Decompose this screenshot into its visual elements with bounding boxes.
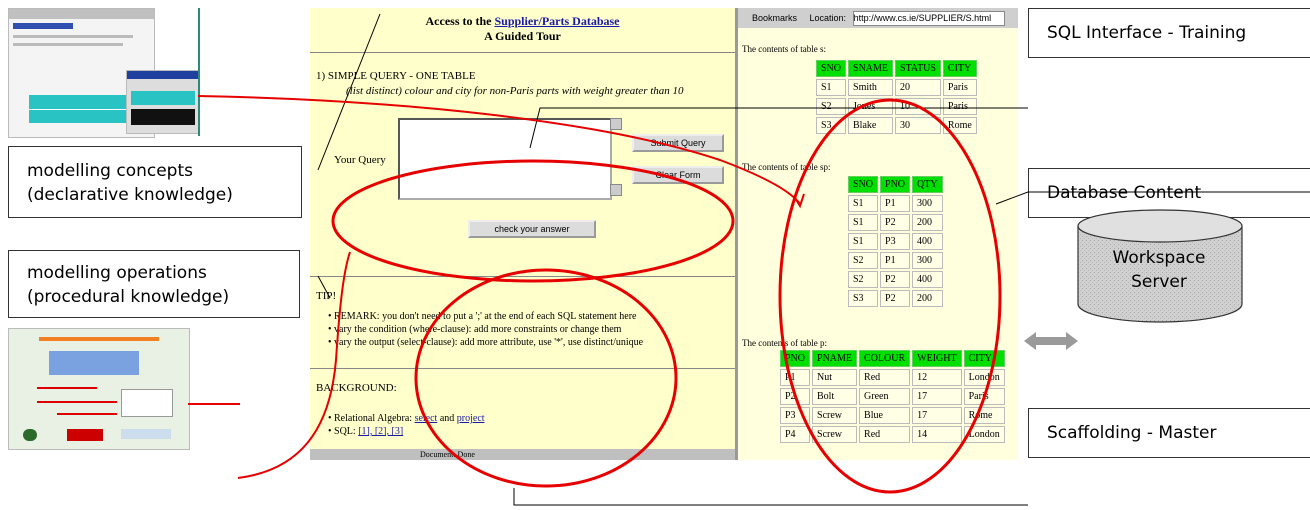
tables-area-highlight bbox=[778, 98, 1002, 494]
leader-line bbox=[317, 13, 381, 171]
leader-line bbox=[317, 275, 331, 299]
query-area-highlight bbox=[331, 159, 735, 283]
leader-line bbox=[995, 191, 1310, 205]
leader-line bbox=[529, 107, 1028, 149]
concepts-connector bbox=[197, 95, 801, 205]
leader-line bbox=[513, 488, 1028, 506]
annotation-overlay bbox=[188, 13, 1310, 506]
operations-connector bbox=[237, 251, 351, 479]
tips-area-highlight bbox=[414, 268, 678, 488]
